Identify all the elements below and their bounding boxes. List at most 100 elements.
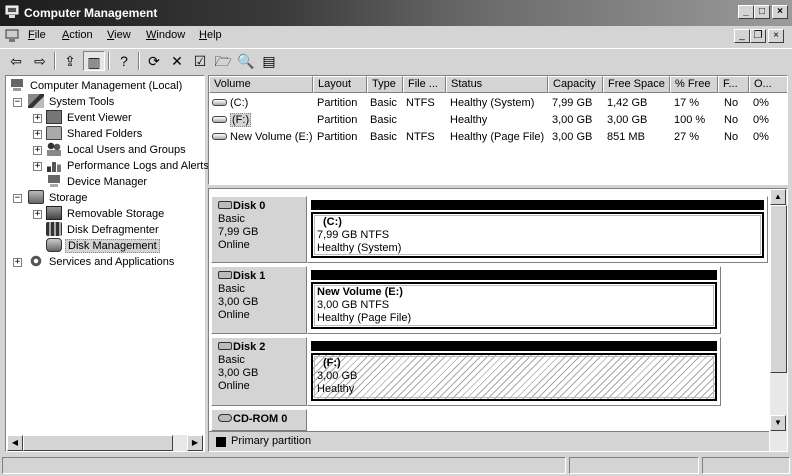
legend: Primary partition bbox=[209, 431, 769, 451]
tree-item-services-applications[interactable]: Services and Applications bbox=[28, 254, 176, 270]
minimize-button[interactable]: _ bbox=[738, 5, 754, 19]
tree-item-device-manager[interactable]: Device Manager bbox=[46, 174, 149, 190]
menu-action[interactable]: Action bbox=[62, 29, 93, 41]
tree-collapse-system-tools[interactable]: − bbox=[13, 98, 22, 107]
tree-item-system-tools[interactable]: System Tools bbox=[28, 94, 116, 110]
legend-label: Primary partition bbox=[231, 435, 312, 447]
computer-icon bbox=[9, 78, 25, 92]
tree-collapse-storage[interactable]: − bbox=[13, 194, 22, 203]
tree-expand-removable-storage[interactable]: + bbox=[33, 210, 42, 219]
tree-expand-services[interactable]: + bbox=[13, 258, 22, 267]
tree-item-storage[interactable]: Storage bbox=[28, 190, 90, 206]
window-title: Computer Management bbox=[24, 6, 158, 20]
scroll-thumb[interactable] bbox=[23, 435, 173, 451]
scroll-left-button[interactable]: ◀ bbox=[7, 435, 23, 451]
disk-view-vertical-scrollbar[interactable]: ▲ ▼ bbox=[770, 189, 787, 451]
tree-item-local-users[interactable]: Local Users and Groups bbox=[46, 142, 188, 158]
disk-0-info[interactable]: Disk 0 Basic 7,99 GB Online bbox=[211, 196, 307, 263]
cell-overhead: 0% bbox=[753, 97, 769, 109]
delete-button[interactable]: ✕ bbox=[166, 51, 188, 71]
mdi-restore-button[interactable]: ❐ bbox=[750, 29, 766, 43]
maximize-button[interactable]: □ bbox=[754, 5, 770, 19]
show-hide-tree-button[interactable]: ▥ bbox=[83, 51, 105, 71]
legend-swatch-primary bbox=[216, 437, 226, 447]
partition-status: Healthy (Page File) bbox=[317, 312, 412, 324]
tree-item-disk-management[interactable]: Disk Management bbox=[46, 238, 160, 254]
tree-horizontal-scrollbar[interactable]: ◀ ▶ bbox=[7, 435, 203, 451]
disk-size: 3,00 GB bbox=[218, 296, 259, 308]
tree-item-root[interactable]: Computer Management (Local) bbox=[9, 78, 184, 94]
properties-button[interactable]: ☑ bbox=[189, 51, 211, 71]
services-icon bbox=[28, 254, 44, 268]
storage-icon bbox=[28, 190, 44, 204]
cell-free-space: 851 MB bbox=[607, 131, 645, 143]
column-header-capacity[interactable]: Capacity bbox=[548, 76, 603, 93]
column-header-volume[interactable]: Volume bbox=[209, 76, 313, 93]
tree-expand-local-users[interactable]: + bbox=[33, 146, 42, 155]
column-header-file-system[interactable]: File ... bbox=[403, 76, 446, 93]
scroll-up-button[interactable]: ▲ bbox=[770, 189, 786, 205]
defragmenter-icon bbox=[46, 222, 62, 236]
tree-item-shared-folders[interactable]: Shared Folders bbox=[46, 126, 144, 142]
volume-row[interactable]: (C:) Partition Basic NTFS Healthy (Syste… bbox=[209, 95, 787, 112]
column-header-percent-free[interactable]: % Free bbox=[670, 76, 718, 93]
column-header-fault-tolerance[interactable]: F... bbox=[718, 76, 749, 93]
removable-storage-icon bbox=[46, 206, 62, 220]
cdrom-icon bbox=[218, 414, 232, 422]
tree-item-removable-storage[interactable]: Removable Storage bbox=[46, 206, 166, 222]
cell-fault-tolerance: No bbox=[724, 131, 739, 143]
partition-e[interactable]: New Volume (E:) 3,00 GB NTFS Healthy (Pa… bbox=[311, 282, 717, 329]
close-button[interactable]: × bbox=[772, 5, 788, 19]
help-button[interactable]: ? bbox=[113, 51, 135, 71]
menu-file[interactable]: File bbox=[28, 29, 46, 41]
disk-graphical-view[interactable]: Disk 0 Basic 7,99 GB Online (C:) 7,99 GB… bbox=[208, 188, 788, 452]
tree-expand-perf-logs[interactable]: + bbox=[33, 162, 42, 171]
open-button[interactable]: 🗁 bbox=[212, 51, 234, 71]
menu-window[interactable]: Window bbox=[146, 29, 185, 41]
disk-status: Online bbox=[218, 309, 250, 321]
up-one-level-button[interactable]: ⇪ bbox=[59, 51, 81, 71]
disk-1-info[interactable]: Disk 1 Basic 3,00 GB Online bbox=[211, 266, 307, 334]
tree-expand-event-viewer[interactable]: + bbox=[33, 114, 42, 123]
cell-percent-free: 17 % bbox=[674, 97, 700, 109]
console-tree[interactable]: Computer Management (Local) − System Too… bbox=[5, 75, 209, 452]
volume-icon bbox=[212, 133, 227, 140]
forward-button[interactable]: ⇨ bbox=[29, 51, 51, 71]
search-button[interactable]: 🔍 bbox=[235, 51, 257, 71]
disk-status: Online bbox=[218, 239, 250, 251]
disk-name: CD-ROM 0 bbox=[233, 413, 288, 425]
partition-c[interactable]: (C:) 7,99 GB NTFS Healthy (System) bbox=[311, 212, 764, 258]
refresh-button[interactable]: ⟳ bbox=[143, 51, 165, 71]
column-header-layout[interactable]: Layout bbox=[313, 76, 367, 93]
menu-help[interactable]: Help bbox=[199, 29, 222, 41]
partition-f[interactable]: (F:) 3,00 GB Healthy bbox=[311, 353, 717, 401]
tree-item-perf-logs[interactable]: Performance Logs and Alerts bbox=[46, 158, 211, 174]
tree-item-disk-defragmenter[interactable]: Disk Defragmenter bbox=[46, 222, 161, 238]
export-list-button[interactable]: ▤ bbox=[258, 51, 280, 71]
column-header-type[interactable]: Type bbox=[367, 76, 403, 93]
tree-item-event-viewer[interactable]: Event Viewer bbox=[46, 110, 134, 126]
volume-row[interactable]: (F:) Partition Basic Healthy 3,00 GB 3,0… bbox=[209, 112, 787, 129]
back-button[interactable]: ⇦ bbox=[5, 51, 27, 71]
scroll-thumb[interactable] bbox=[770, 205, 787, 373]
scroll-down-button[interactable]: ▼ bbox=[770, 415, 786, 431]
volume-list[interactable]: Volume Layout Type File ... Status Capac… bbox=[208, 75, 788, 185]
menu-view[interactable]: View bbox=[107, 29, 131, 41]
scroll-right-button[interactable]: ▶ bbox=[187, 435, 203, 451]
disk-2-area: (F:) 3,00 GB Healthy bbox=[307, 337, 721, 406]
status-panel-2 bbox=[569, 457, 699, 474]
status-panel-main bbox=[2, 457, 566, 474]
column-header-status[interactable]: Status bbox=[446, 76, 548, 93]
column-header-overhead[interactable]: O... bbox=[749, 76, 787, 93]
cdrom-0-info[interactable]: CD-ROM 0 bbox=[211, 409, 307, 431]
toolbar: ⇦ ⇨ ⇪ ▥ ? ⟳ ✕ ☑ 🗁 🔍 ▤ bbox=[0, 48, 792, 72]
toolbar-separator bbox=[54, 52, 56, 70]
cell-capacity: 3,00 GB bbox=[552, 114, 593, 126]
column-header-free-space[interactable]: Free Space bbox=[603, 76, 670, 93]
disk-2-info[interactable]: Disk 2 Basic 3,00 GB Online bbox=[211, 337, 307, 406]
mdi-close-button[interactable]: × bbox=[768, 29, 784, 43]
title-bar[interactable]: Computer Management _ □ × bbox=[0, 0, 792, 26]
volume-row[interactable]: New Volume (E:) Partition Basic NTFS Hea… bbox=[209, 129, 787, 146]
tree-expand-shared-folders[interactable]: + bbox=[33, 130, 42, 139]
mdi-minimize-button[interactable]: _ bbox=[734, 29, 750, 43]
